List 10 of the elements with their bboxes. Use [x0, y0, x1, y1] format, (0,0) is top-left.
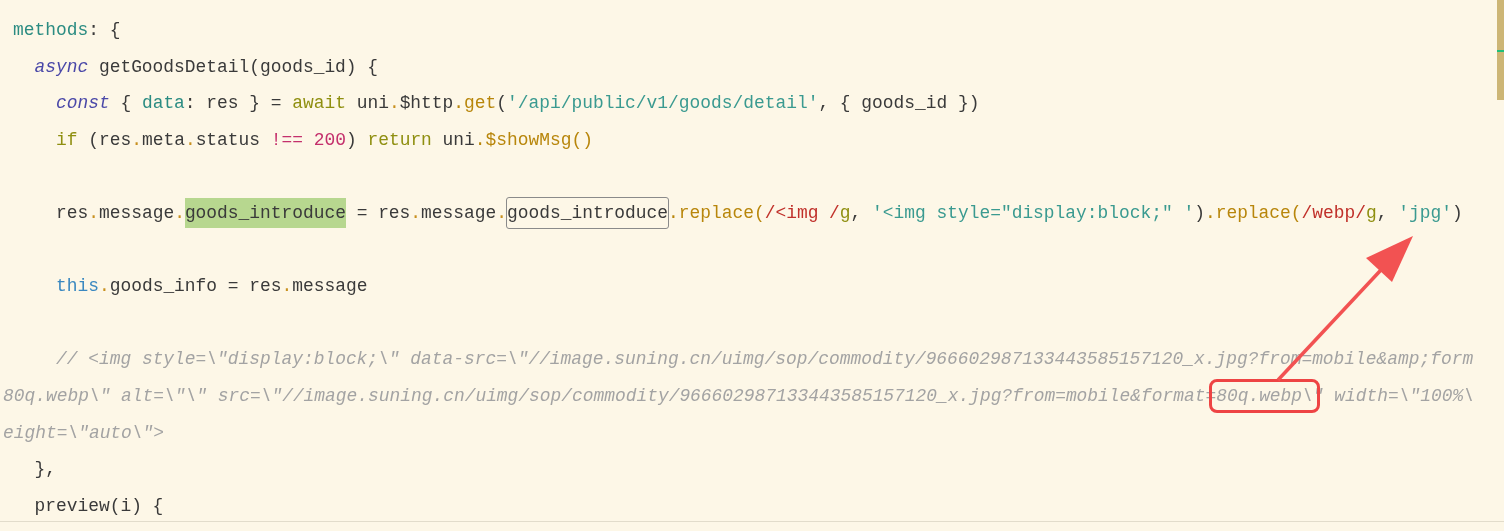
- code-comment: eight=\"auto\">: [2, 421, 166, 445]
- code-line: },: [33, 458, 57, 482]
- code-line: const { data: res } = await uni.$http.get('/api/public/v1/goods/detail', { goods_id }): [55, 92, 981, 116]
- code-line: res.message.goods_introduce = res.message.goods_introduce.replace(/<img /g, '<img style="display:block;" ').replace(/webp/g, 'jpg'): [0, 194, 1504, 232]
- code-line: methods: {: [12, 19, 122, 42]
- code-line: this.goods_info = res.message: [55, 275, 369, 299]
- code-line: if (res.meta.status !== 200) return uni.$showMsg(): [55, 128, 594, 152]
- code-line: preview(i) {: [33, 494, 165, 518]
- scrollbar[interactable]: [1497, 0, 1504, 100]
- code-line: async getGoodsDetail(goods_id) {: [33, 55, 380, 79]
